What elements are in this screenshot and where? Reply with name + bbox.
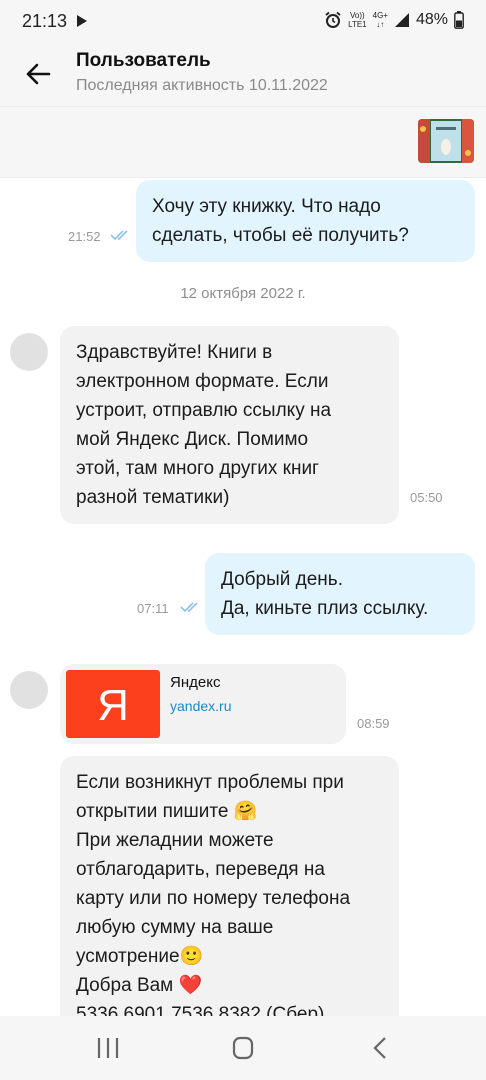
svg-text:Я: Я <box>97 684 129 724</box>
status-indicators: Vo)) LTE1 4G+ ↓↑ 48% <box>324 11 464 29</box>
recent-apps-icon[interactable] <box>88 1034 128 1062</box>
battery-icon <box>454 11 464 29</box>
pinned-item-bar <box>0 106 486 178</box>
chat-header: Пользователь Последняя активность 10.11.… <box>0 44 486 106</box>
network-type-indicator: 4G+ ↓↑ <box>372 11 388 29</box>
message-time: 08:59 <box>357 716 390 731</box>
avatar[interactable] <box>10 671 48 709</box>
link-preview-card[interactable]: Я Яндекс yandex.ru <box>60 664 346 744</box>
outgoing-message[interactable]: Хочу эту книжку. Что надо сделать, чтобы… <box>136 180 475 262</box>
date-separator: 12 октября 2022 г. <box>180 285 306 302</box>
outgoing-message[interactable]: Добрый день. Да, киньте плиз ссылку. <box>205 553 475 635</box>
link-title: Яндекс <box>170 674 221 691</box>
message-time: 21:52 <box>68 229 101 244</box>
read-checkmarks-icon <box>110 230 128 241</box>
back-arrow-icon[interactable] <box>24 60 52 88</box>
volte-indicator: Vo)) LTE1 <box>348 11 367 29</box>
link-url[interactable]: yandex.ru <box>170 698 231 714</box>
contact-name[interactable]: Пользователь <box>76 50 211 72</box>
last-activity: Последняя активность 10.11.2022 <box>76 77 328 94</box>
yandex-logo-icon: Я <box>66 670 160 738</box>
home-icon[interactable] <box>223 1034 263 1062</box>
system-nav-bar <box>0 1016 486 1080</box>
read-checkmarks-icon <box>180 602 198 613</box>
media-play-icon <box>77 15 87 27</box>
avatar[interactable] <box>10 333 48 371</box>
signal-icon <box>394 13 409 27</box>
incoming-message[interactable]: Здравствуйте! Книги в электронном формат… <box>60 326 399 524</box>
message-time: 07:11 <box>137 601 169 616</box>
battery-percent: 48% <box>415 11 448 28</box>
back-icon[interactable] <box>360 1034 400 1062</box>
status-time: 21:13 <box>22 11 68 31</box>
message-time: 05:50 <box>410 490 443 505</box>
status-bar: 21:13 Vo)) LTE1 4G+ ↓↑ 48% <box>0 0 486 44</box>
book-cover-thumbnail[interactable] <box>418 119 474 163</box>
alarm-icon <box>325 11 341 28</box>
